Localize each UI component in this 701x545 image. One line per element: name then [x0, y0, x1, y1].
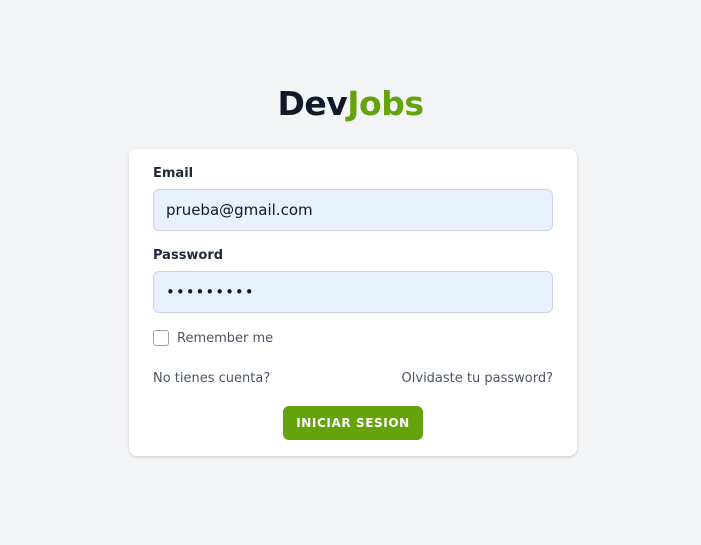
login-card: Email Password ••••••••• Remember me No …: [129, 149, 577, 456]
password-mask: •••••••••: [166, 283, 255, 301]
app-logo: DevJobs: [0, 84, 701, 124]
signup-link[interactable]: No tienes cuenta?: [153, 371, 270, 386]
remember-me-row[interactable]: Remember me: [153, 330, 273, 346]
logo-dev-text: Dev: [277, 84, 348, 123]
remember-me-checkbox[interactable]: [153, 330, 169, 346]
login-submit-button[interactable]: INICIAR SESION: [283, 406, 423, 440]
logo-jobs-text: Jobs: [347, 84, 424, 123]
password-label: Password: [153, 248, 224, 263]
email-input[interactable]: [153, 189, 553, 231]
forgot-password-link[interactable]: Olvidaste tu password?: [402, 371, 553, 386]
remember-me-label[interactable]: Remember me: [177, 331, 273, 346]
email-label: Email: [153, 166, 194, 181]
password-input[interactable]: •••••••••: [153, 271, 553, 313]
